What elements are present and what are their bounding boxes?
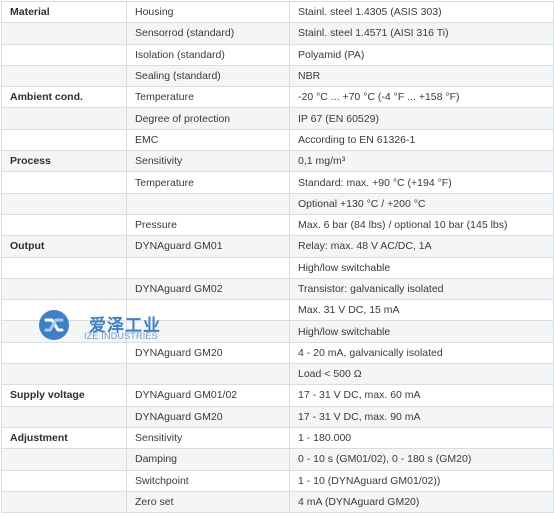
spec-parameter-label: DYNAguard GM01 (126, 235, 290, 258)
spec-group-label (1, 299, 127, 322)
spec-row: Material Housing Stainl. steel 1.4305 (ASI… (1, 0, 554, 24)
spec-group-label: Supply voltage (1, 384, 127, 407)
spec-row: Ambient cond. Temperature -20 °C ... +70 °… (1, 86, 554, 109)
spec-parameter-label: Temperature (126, 86, 290, 109)
spec-row: Isolation (standard) Polyamid (PA) (1, 43, 554, 66)
spec-row: Adjustment Sensitivity 1 - 180.000 (1, 426, 554, 450)
spec-group-label: Ambient cond. (1, 86, 127, 109)
spec-value: Load < 500 Ω (289, 363, 554, 386)
spec-table-body: Material Housing Stainl. steel 1.4305 (ASI… (1, 0, 554, 514)
spec-parameter-label (126, 299, 290, 322)
spec-parameter-label: Isolation (standard) (126, 43, 290, 66)
spec-group-label: Output (1, 235, 127, 258)
spec-group-label (1, 64, 127, 88)
spec-value: Polyamid (PA) (289, 43, 554, 66)
spec-group-label: Material (1, 0, 127, 24)
spec-group-label (1, 128, 127, 152)
spec-group-label (1, 341, 127, 365)
spec-row: Zero set 4 mA (DYNAguard GM20) (1, 490, 554, 514)
spec-group-label (1, 363, 127, 386)
spec-group-label (1, 469, 127, 492)
spec-parameter-label: DYNAguard GM02 (126, 277, 290, 301)
spec-parameter-label: Sensorrod (standard) (126, 22, 290, 45)
spec-row: Supply voltage DYNAguard GM01/02 17 - 31 V… (1, 384, 554, 407)
spec-group-label (1, 107, 127, 130)
spec-group-label (1, 277, 127, 301)
spec-row: Damping 0 - 10 s (GM01/02), 0 - 180 s (GM… (1, 448, 554, 471)
spec-row: Switchpoint 1 - 10 (DYNAguard GM01/02)) (1, 469, 554, 492)
spec-parameter-label: Sensitivity (126, 426, 290, 450)
spec-group-label (1, 320, 127, 343)
spec-row: Process Sensitivity 0,1 mg/m³ (1, 150, 554, 173)
spec-row: Sealing (standard) NBR (1, 64, 554, 88)
spec-row: EMC According to EN 61326-1 (1, 128, 554, 152)
spec-parameter-label (126, 320, 290, 343)
spec-row: Sensorrod (standard) Stainl. steel 1.4571… (1, 22, 554, 45)
spec-parameter-label: DYNAguard GM01/02 (126, 384, 290, 407)
spec-group-label (1, 448, 127, 471)
spec-value: 17 - 31 V DC, max. 60 mA (289, 384, 554, 407)
spec-value: 4 mA (DYNAguard GM20) (289, 490, 554, 514)
spec-value: According to EN 61326-1 (289, 128, 554, 152)
spec-row: Temperature Standard: max. +90 °C (+194 °… (1, 171, 554, 194)
spec-group-label (1, 171, 127, 194)
spec-parameter-label: Sealing (standard) (126, 64, 290, 88)
spec-table: Material Housing Stainl. steel 1.4305 (ASI… (1, 0, 554, 514)
spec-group-label (1, 256, 127, 279)
spec-value: IP 67 (EN 60529) (289, 107, 554, 130)
spec-group-label (1, 43, 127, 66)
spec-group-label (1, 405, 127, 428)
spec-parameter-label: EMC (126, 128, 290, 152)
spec-value: 1 - 180.000 (289, 426, 554, 450)
spec-parameter-label: Pressure (126, 213, 290, 237)
spec-group-label: Adjustment (1, 426, 127, 450)
spec-value: Transistor: galvanically isolated (289, 277, 554, 301)
spec-value: High/low switchable (289, 320, 554, 343)
spec-value: Optional +130 °C / +200 °C (289, 192, 554, 215)
spec-parameter-label (126, 256, 290, 279)
spec-value: 4 - 20 mA, galvanically isolated (289, 341, 554, 365)
spec-group-label (1, 490, 127, 514)
spec-value: High/low switchable (289, 256, 554, 279)
spec-row: Load < 500 Ω (1, 363, 554, 386)
spec-value: Max. 6 bar (84 lbs) / optional 10 bar (1… (289, 213, 554, 237)
spec-value: 17 - 31 V DC, max. 90 mA (289, 405, 554, 428)
spec-parameter-label: DYNAguard GM20 (126, 405, 290, 428)
spec-parameter-label: Sensitivity (126, 150, 290, 173)
spec-row: Optional +130 °C / +200 °C (1, 192, 554, 215)
spec-parameter-label (126, 363, 290, 386)
spec-row: DYNAguard GM20 17 - 31 V DC, max. 90 mA (1, 405, 554, 428)
spec-value: NBR (289, 64, 554, 88)
spec-parameter-label: Temperature (126, 171, 290, 194)
spec-parameter-label: Damping (126, 448, 290, 471)
spec-value: -20 °C ... +70 °C (-4 °F ... +158 °F) (289, 86, 554, 109)
spec-row: DYNAguard GM20 4 - 20 mA, galvanically is… (1, 341, 554, 365)
spec-group-label (1, 192, 127, 215)
spec-value: Relay: max. 48 V AC/DC, 1A (289, 235, 554, 258)
spec-row: High/low switchable (1, 320, 554, 343)
spec-row: Output DYNAguard GM01 Relay: max. 48 V AC/… (1, 235, 554, 258)
spec-group-label (1, 213, 127, 237)
spec-group-label (1, 22, 127, 45)
spec-value: 0,1 mg/m³ (289, 150, 554, 173)
spec-row: Pressure Max. 6 bar (84 lbs) / optional 1… (1, 213, 554, 237)
spec-row: Degree of protection IP 67 (EN 60529) (1, 107, 554, 130)
spec-row: DYNAguard GM02 Transistor: galvanically i… (1, 277, 554, 301)
spec-parameter-label (126, 192, 290, 215)
spec-parameter-label: DYNAguard GM20 (126, 341, 290, 365)
spec-value: 0 - 10 s (GM01/02), 0 - 180 s (GM20) (289, 448, 554, 471)
spec-parameter-label: Zero set (126, 490, 290, 514)
spec-value: Stainl. steel 1.4305 (ASIS 303) (289, 0, 554, 24)
spec-value: Max. 31 V DC, 15 mA (289, 299, 554, 322)
spec-value: 1 - 10 (DYNAguard GM01/02)) (289, 469, 554, 492)
spec-parameter-label: Housing (126, 0, 290, 24)
spec-row: Max. 31 V DC, 15 mA (1, 299, 554, 322)
spec-value: Stainl. steel 1.4571 (AISI 316 Ti) (289, 22, 554, 45)
spec-parameter-label: Degree of protection (126, 107, 290, 130)
spec-group-label: Process (1, 150, 127, 173)
spec-value: Standard: max. +90 °C (+194 °F) (289, 171, 554, 194)
spec-parameter-label: Switchpoint (126, 469, 290, 492)
spec-row: High/low switchable (1, 256, 554, 279)
